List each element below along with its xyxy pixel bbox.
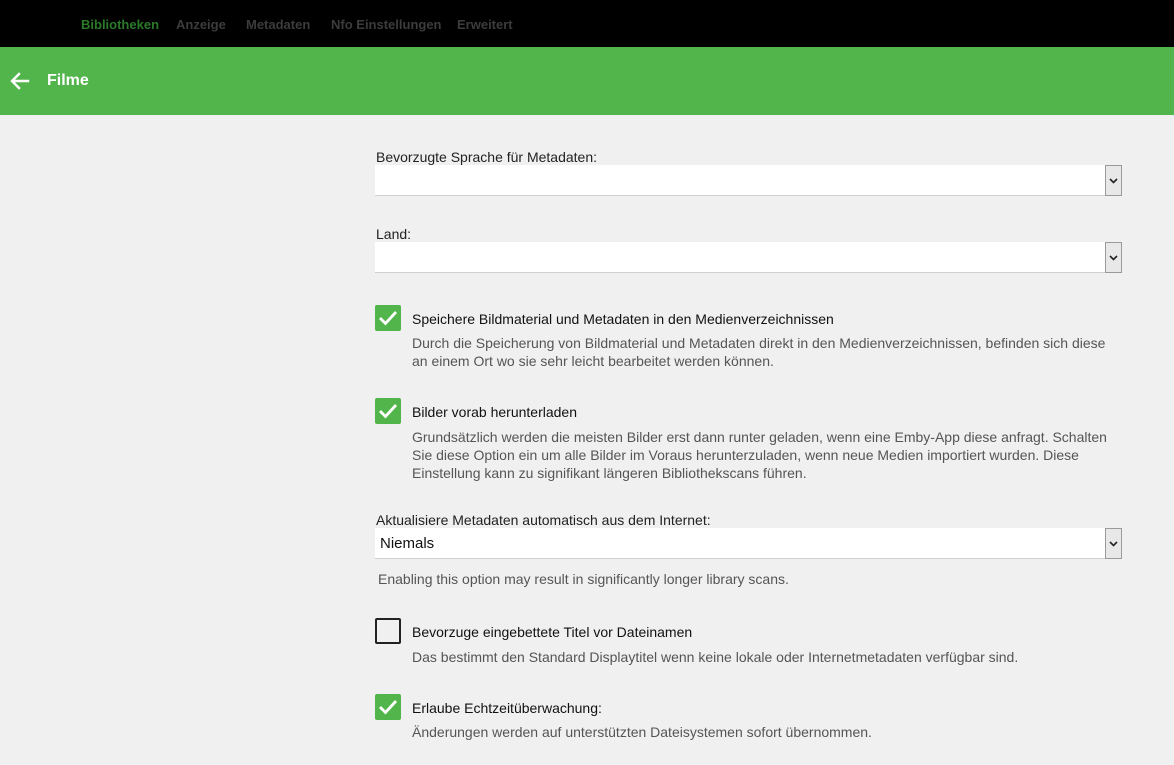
auto-refresh-note: Enabling this option may result in signi…: [378, 571, 789, 587]
country-label: Land:: [376, 226, 412, 242]
embedded-titles-description: Das bestimmt den Standard Displaytitel w…: [412, 649, 1019, 665]
auto-refresh-select[interactable]: Niemals: [375, 528, 1122, 559]
embedded-titles-checkbox[interactable]: [375, 618, 401, 644]
chevron-down-icon[interactable]: [1105, 528, 1122, 559]
realtime-monitor-description: Änderungen werden auf unterstützten Date…: [412, 724, 872, 740]
tab-metadaten[interactable]: Metadaten: [246, 17, 310, 32]
embedded-titles-label: Bevorzuge eingebettete Titel vor Dateina…: [412, 624, 693, 640]
save-local-label: Speichere Bildmaterial und Metadaten in …: [412, 311, 834, 327]
arrow-left-icon[interactable]: [10, 71, 30, 91]
save-local-checkbox[interactable]: [375, 305, 401, 331]
country-select[interactable]: [375, 242, 1122, 273]
language-select[interactable]: [375, 165, 1122, 196]
checkmark-icon: [379, 311, 398, 326]
chevron-down-icon[interactable]: [1105, 165, 1122, 196]
auto-refresh-select-value: Niemals: [380, 535, 435, 552]
tab-anzeige[interactable]: Anzeige: [176, 17, 226, 32]
download-images-label: Bilder vorab herunterladen: [412, 404, 577, 420]
top-navigation-bar: Bibliotheken Anzeige Metadaten Nfo Einst…: [0, 0, 1174, 47]
page-header: Filme: [0, 47, 1174, 115]
page-title: Filme: [47, 72, 89, 89]
checkmark-icon: [379, 404, 398, 419]
save-local-description: Durch die Speicherung von Bildmaterial u…: [412, 335, 1106, 369]
tab-nfo-einstellungen[interactable]: Nfo Einstellungen: [331, 17, 442, 32]
language-label: Bevorzugte Sprache für Metadaten:: [376, 149, 598, 165]
realtime-monitor-label: Erlaube Echtzeitüberwachung:: [412, 700, 602, 716]
checkmark-icon: [379, 700, 398, 715]
download-images-checkbox[interactable]: [375, 398, 401, 424]
tab-erweitert[interactable]: Erweitert: [457, 17, 513, 32]
auto-refresh-label: Aktualisiere Metadaten automatisch aus d…: [376, 512, 711, 528]
realtime-monitor-checkbox[interactable]: [375, 694, 401, 720]
chevron-down-icon[interactable]: [1105, 242, 1122, 273]
tab-bibliotheken[interactable]: Bibliotheken: [81, 17, 159, 32]
download-images-description: Grundsätzlich werden die meisten Bilder …: [412, 429, 1107, 481]
